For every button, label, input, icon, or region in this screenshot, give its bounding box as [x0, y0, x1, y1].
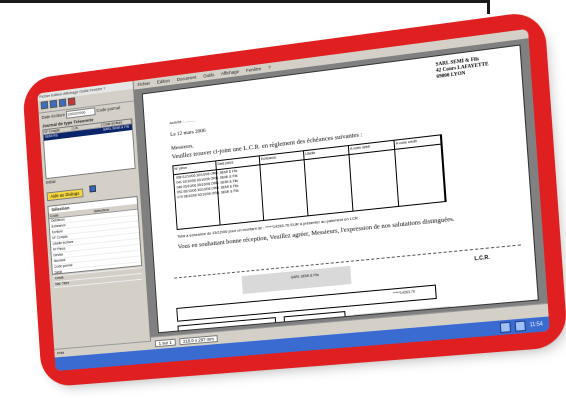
selection-list[interactable]: Débiteurs Echéance Ecriture Nº Compte Libell…: [49, 209, 143, 289]
recipient-address: SARL SEMI & Fils 42 Cours LAFAYETTE 6900…: [435, 56, 489, 81]
document-viewer: Fichier Edition Document Outils Affichag…: [133, 28, 549, 350]
new-icon[interactable]: [40, 100, 49, 110]
lcr-drawer-box: [241, 265, 352, 295]
screen: Fichier Edition Affichage Outils Fenêtre…: [37, 28, 550, 371]
menu-item-document[interactable]: Document: [177, 75, 197, 82]
help-icon[interactable]: [89, 185, 97, 193]
menu-item-edition[interactable]: Edition: [157, 78, 170, 85]
lcr-title: L.C.R.: [474, 254, 490, 263]
selection-panel: Sélection Code Sélection Débiteurs Echéan…: [47, 195, 143, 289]
date-label: Date écriture: [41, 112, 66, 121]
red-monitor-frame: Fichier Edition Affichage Outils Fenêtre…: [27, 16, 562, 382]
accounting-panel: Fichier Edition Affichage Outils Fenêtre…: [37, 80, 154, 358]
tray-clock: 11:54: [529, 321, 543, 329]
sender-info: Activité : ..........: [169, 117, 196, 126]
menu-item-help[interactable]: ?: [268, 65, 271, 70]
menu-item-fichier[interactable]: Fichier: [137, 81, 150, 88]
open-icon[interactable]: [49, 99, 58, 109]
aide-dialogue-button[interactable]: Aide au Dialogo: [46, 188, 84, 202]
menu-item-outils[interactable]: Outils: [203, 72, 214, 78]
menu-item-fenetre[interactable]: Fenêtre: [246, 66, 261, 73]
letter-date: Le 12 mars 2006: [170, 127, 206, 139]
document-page[interactable]: SARL SEMI & Fils 42 Cours LAFAYETTE 6900…: [141, 44, 539, 334]
close-icon[interactable]: [67, 97, 76, 106]
code-journal-label: Code journal: [96, 105, 121, 114]
menu-item-affichage[interactable]: Affichage: [221, 69, 239, 76]
tray-icon[interactable]: [499, 321, 511, 333]
tray-icon[interactable]: [514, 320, 526, 332]
page-indicator[interactable]: 1 sur 1: [154, 338, 176, 347]
save-icon[interactable]: [58, 98, 67, 108]
page-size-indicator: 210,0 x 297 mm: [179, 334, 218, 345]
promo-stage: Fichier Edition Affichage Outils Fenêtre…: [0, 0, 566, 398]
